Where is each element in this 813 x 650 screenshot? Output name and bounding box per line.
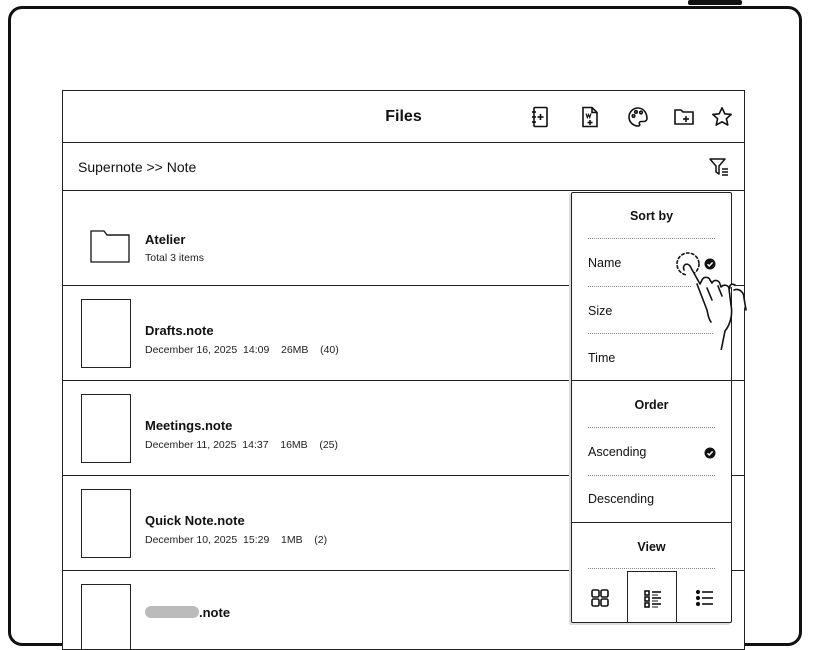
divider [588,475,715,476]
file-meta: December 11, 2025 14:37 16MB (25) [145,439,338,451]
divider [588,427,715,428]
file-name: Atelier [145,232,186,247]
file-meta: Total 3 items [145,252,204,264]
redacted-text [145,606,199,618]
title-bar: Files [63,91,744,143]
section-divider [572,380,731,381]
order-option-descending[interactable]: Descending [588,492,654,506]
order-option-ascending[interactable]: Ascending [588,445,646,459]
sort-option-name[interactable]: Name [588,256,621,270]
sort-option-size[interactable]: Size [588,304,612,318]
new-notebook-icon[interactable] [529,105,553,129]
filter-sort-icon[interactable] [708,156,730,178]
file-meta: December 10, 2025 15:29 1MB (2) [145,534,328,546]
order-title: Order [634,398,669,412]
file-name: Drafts.note [145,323,214,338]
detail-list-view-icon [644,590,661,608]
list-view-button[interactable] [680,571,730,623]
new-folder-icon[interactable] [672,105,696,129]
star-icon[interactable] [710,105,734,129]
breadcrumb[interactable]: Supernote >> Note [78,143,196,191]
note-thumbnail [81,394,131,463]
file-name: Quick Note.note [145,513,245,528]
grid-view-button[interactable] [575,571,625,623]
sort-by-title: Sort by [629,209,674,223]
divider [588,238,715,239]
view-title: View [637,540,666,554]
power-button [688,0,742,5]
path-bar: Supernote >> Note [63,143,744,191]
file-meta: December 16, 2025 14:09 26MB (40) [145,344,339,356]
list-view-icon [695,589,713,607]
divider [588,568,715,569]
detail-list-view-button[interactable] [627,571,677,623]
grid-view-icon [591,589,609,607]
note-thumbnail [81,299,131,368]
file-name-redacted: .note [145,605,230,620]
folder-icon [90,230,130,263]
checkmark-icon [704,447,716,459]
palette-icon[interactable] [626,105,650,129]
new-document-icon[interactable] [578,105,602,129]
section-divider [572,522,731,523]
tap-gesture-hand-icon [676,252,747,350]
note-thumbnail [81,489,131,558]
sort-option-time[interactable]: Time [588,351,615,365]
note-thumbnail [81,584,131,649]
file-name: Meetings.note [145,418,233,433]
